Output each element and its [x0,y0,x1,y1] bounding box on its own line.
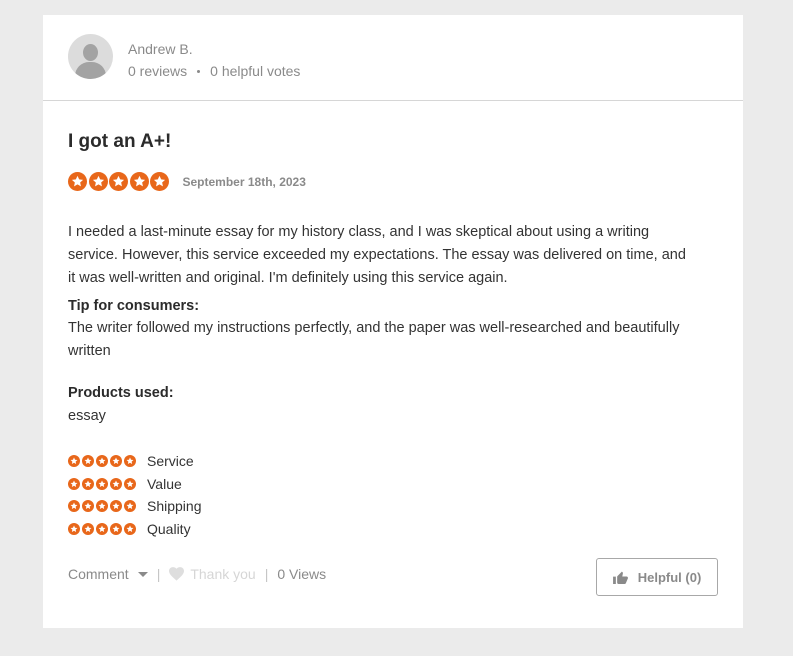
star-icon [68,523,80,536]
star-icon [110,455,122,468]
star-icon [124,523,136,536]
reviewer-helpful-votes: 0 helpful votes [210,63,301,79]
sub-rating-stars [68,455,138,468]
star-icon [124,455,136,468]
reviewer-header: Andrew B. 0 reviews 0 helpful votes [43,15,743,101]
sub-rating-row: Quality [68,518,202,541]
star-icon [96,523,108,536]
reviewer-name[interactable]: Andrew B. [128,41,193,57]
reviewer-review-count: 0 reviews [128,63,188,79]
star-icon [109,172,128,191]
star-icon [82,477,94,490]
sub-rating-stars [68,500,138,513]
sub-rating-row: Value [68,473,202,496]
tip-text-line: The writer followed my instructions perf… [68,320,680,336]
comment-label: Comment [68,566,129,582]
heart-icon [169,567,185,581]
helpful-label: Helpful (0) [637,569,702,585]
star-icon [82,455,94,468]
overall-rating: September 18th, 2023 [68,172,306,191]
star-icon [150,172,169,191]
review-date: September 18th, 2023 [182,174,306,189]
review-card: Andrew B. 0 reviews 0 helpful votes I go… [43,15,743,628]
review-title: I got an A+! [68,131,172,152]
star-icon [82,500,94,513]
tip-text: The writer followed my instructions perf… [68,317,718,363]
review-footer: Comment | Thank you | 0 Views [68,566,326,582]
sub-rating-stars [68,523,138,536]
star-icon [129,172,149,191]
star-icon [96,500,108,513]
star-icon [68,500,80,513]
sub-rating-label: Quality [147,521,191,538]
star-icon [110,523,122,536]
reviewer-stats: 0 reviews 0 helpful votes [128,63,300,79]
star-icon [82,523,94,536]
products-value: essay [68,408,106,424]
thank-you-button[interactable]: Thank you [169,566,256,582]
thumbs-up-icon [612,571,628,584]
sub-rating-label: Service [147,453,194,470]
star-icon [110,500,122,513]
star-icon [110,477,122,490]
tip-text-line: written [68,343,111,359]
star-icon [96,477,108,490]
star-icon [96,455,108,468]
chevron-down-icon [137,571,148,577]
sub-rating-row: Shipping [68,495,202,518]
review-body-line: it was well-written and original. I'm de… [68,270,508,286]
star-icon [124,500,136,513]
thank-you-label: Thank you [190,566,256,582]
sub-ratings: Service Value Shipping Quality [68,450,202,540]
comment-button[interactable]: Comment [68,566,148,582]
star-icon [68,477,80,490]
divider: | [264,566,269,582]
products-label: Products used: [68,385,174,401]
sub-rating-row: Service [68,450,202,473]
sub-rating-label: Value [147,475,182,492]
sub-rating-label: Shipping [147,498,202,515]
star-rating [68,172,171,191]
views-count: 0 Views [277,566,327,582]
avatar[interactable] [68,34,113,79]
divider: | [156,566,161,582]
review-body-line: I needed a last-minute essay for my hist… [68,224,650,240]
star-icon [68,172,87,191]
tip-label: Tip for consumers: [68,298,200,314]
separator-dot [197,69,201,73]
star-icon [124,477,136,490]
star-icon [68,455,80,468]
review-body-line: service. However, this service exceeded … [68,247,686,263]
sub-rating-stars [68,477,138,490]
helpful-button[interactable]: Helpful (0) [596,558,718,596]
star-icon [88,172,108,191]
review-body: I needed a last-minute essay for my hist… [68,221,718,290]
